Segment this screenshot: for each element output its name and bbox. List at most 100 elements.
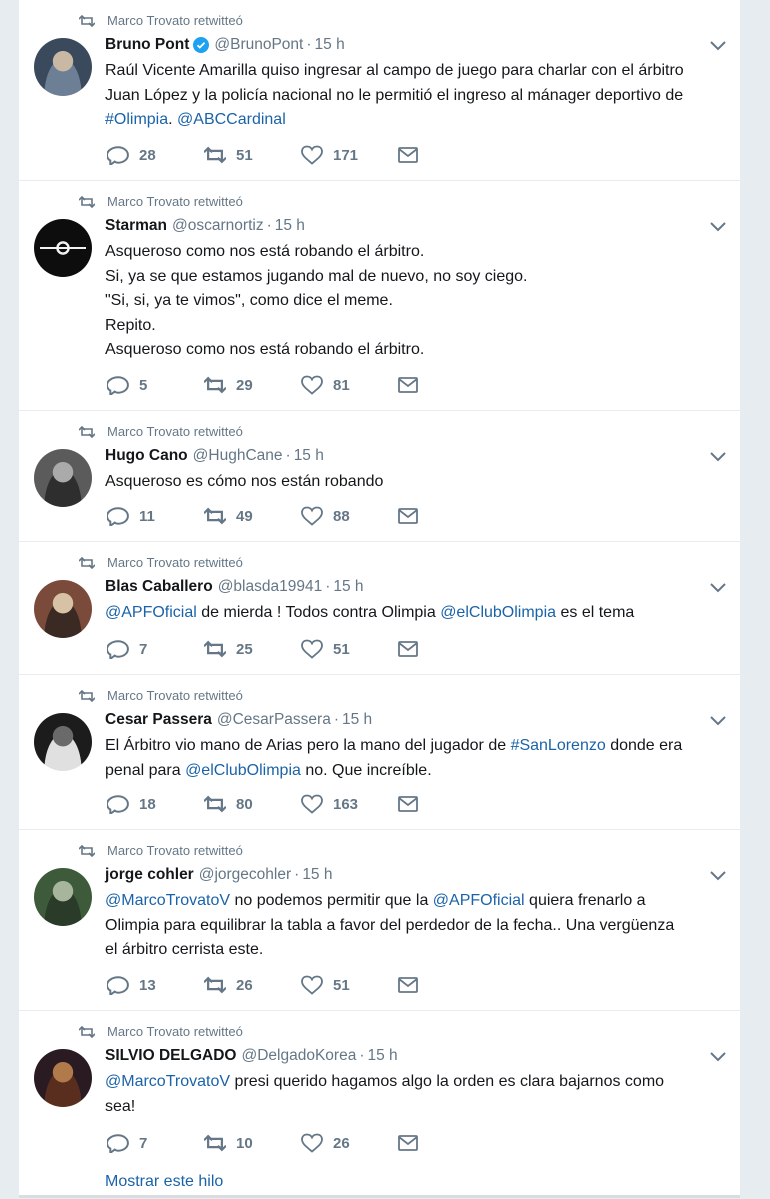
like-button[interactable]: 26 (301, 1133, 398, 1153)
avatar[interactable] (34, 713, 92, 771)
retweet-context[interactable]: Marco Trovato retwitteó (79, 1024, 243, 1039)
retweet-button[interactable]: 25 (204, 639, 301, 659)
tweet[interactable]: Marco Trovato retwitteó Blas Caballero @bl… (19, 542, 740, 675)
author-handle[interactable]: @oscarnortiz (172, 217, 264, 235)
like-button[interactable]: 163 (301, 794, 398, 814)
mention-link[interactable]: @elClubOlimpia (185, 762, 301, 779)
mention-link[interactable]: @elClubOlimpia (440, 604, 556, 621)
retweet-button[interactable]: 26 (204, 975, 301, 995)
author-handle[interactable]: @DelgadoKorea (241, 1047, 356, 1065)
chevron-down-icon[interactable] (710, 715, 726, 727)
hashtag-link[interactable]: #Olimpia (105, 111, 168, 128)
retweet-context[interactable]: Marco Trovato retwitteó (79, 13, 243, 28)
author-fullname[interactable]: Blas Caballero (105, 578, 213, 596)
direct-message-button[interactable] (398, 795, 495, 813)
tweet-timestamp[interactable]: 15 h (275, 217, 305, 235)
avatar[interactable] (34, 580, 92, 638)
reply-button[interactable]: 28 (107, 145, 204, 165)
tweet[interactable]: Marco Trovato retwitteó SILVIO DELGADO @De… (19, 1011, 740, 1199)
direct-message-button[interactable] (398, 146, 495, 164)
author-fullname[interactable]: jorge cohler (105, 866, 194, 884)
tweet-timestamp[interactable]: 15 h (294, 447, 324, 465)
text-segment: de mierda ! Todos contra Olimpia (196, 604, 441, 621)
mention-link[interactable]: @APFOficial (433, 892, 525, 909)
chevron-down-icon[interactable] (710, 451, 726, 463)
text-segment: Si, ya se que estamos jugando mal de nue… (105, 267, 528, 285)
author-fullname[interactable]: Cesar Passera (105, 711, 212, 729)
tweet-text-line: penal para @elClubOlimpia no. Que increí… (105, 759, 730, 784)
tweet-timestamp[interactable]: 15 h (368, 1047, 398, 1065)
separator-dot: · (325, 578, 331, 595)
text-segment: el árbitro cerrista este. (105, 941, 264, 958)
reply-button[interactable]: 18 (107, 794, 204, 814)
chevron-down-icon[interactable] (710, 870, 726, 882)
mention-link[interactable]: @APFOficial (105, 604, 197, 621)
like-button[interactable]: 171 (301, 145, 398, 165)
tweet-text-line: Asqueroso como nos está robando el árbit… (105, 338, 730, 363)
chevron-down-icon[interactable] (710, 582, 726, 594)
reply-icon (107, 376, 129, 395)
retweet-button[interactable]: 49 (204, 506, 301, 526)
retweet-context[interactable]: Marco Trovato retwitteó (79, 555, 243, 570)
direct-message-button[interactable] (398, 640, 495, 658)
author-handle[interactable]: @jorgecohler (199, 866, 291, 884)
retweet-button[interactable]: 80 (204, 794, 301, 814)
reply-button[interactable]: 7 (107, 1133, 204, 1153)
chevron-down-icon[interactable] (710, 221, 726, 233)
retweet-context[interactable]: Marco Trovato retwitteó (79, 194, 243, 209)
tweet[interactable]: Marco Trovato retwitteó Bruno Pont @BrunoP… (19, 0, 740, 181)
separator-dot: · (359, 1047, 365, 1064)
mention-link[interactable]: @MarcoTrovatoV (105, 892, 230, 909)
mention-link[interactable]: @ABCCardinal (177, 111, 286, 128)
tweet-header: Hugo Cano @HughCane · 15 h (105, 447, 324, 465)
author-handle[interactable]: @BrunoPont (214, 36, 303, 54)
author-handle[interactable]: @blasda19941 (218, 578, 323, 596)
author-fullname[interactable]: Bruno Pont (105, 36, 189, 54)
author-fullname[interactable]: Starman (105, 217, 167, 235)
separator-dot: · (266, 217, 272, 234)
avatar[interactable] (34, 1049, 92, 1107)
avatar[interactable] (34, 219, 92, 277)
author-fullname[interactable]: Hugo Cano (105, 447, 188, 465)
envelope-icon (398, 641, 418, 657)
reply-button[interactable]: 11 (107, 506, 204, 526)
avatar[interactable] (34, 38, 92, 96)
heart-icon (301, 375, 323, 395)
avatar[interactable] (34, 868, 92, 926)
retweet-context[interactable]: Marco Trovato retwitteó (79, 424, 243, 439)
tweet-timestamp[interactable]: 15 h (333, 578, 363, 596)
retweet-context[interactable]: Marco Trovato retwitteó (79, 688, 243, 703)
reply-button[interactable]: 7 (107, 639, 204, 659)
tweet[interactable]: Marco Trovato retwitteó Cesar Passera @Ces… (19, 675, 740, 830)
tweet-timestamp[interactable]: 15 h (302, 866, 332, 884)
like-button[interactable]: 88 (301, 506, 398, 526)
like-button[interactable]: 51 (301, 975, 398, 995)
mention-link[interactable]: @MarcoTrovatoV (105, 1073, 230, 1090)
author-fullname[interactable]: SILVIO DELGADO (105, 1047, 236, 1065)
text-segment: presi querido hagamos algo la orden es c… (230, 1073, 665, 1090)
reply-button[interactable]: 13 (107, 975, 204, 995)
author-handle[interactable]: @CesarPassera (217, 711, 331, 729)
chevron-down-icon[interactable] (710, 40, 726, 52)
avatar[interactable] (34, 449, 92, 507)
tweet-timestamp[interactable]: 15 h (315, 36, 345, 54)
retweet-button[interactable]: 51 (204, 145, 301, 165)
direct-message-button[interactable] (398, 507, 495, 525)
chevron-down-icon[interactable] (710, 1051, 726, 1063)
retweet-button[interactable]: 10 (204, 1133, 301, 1153)
author-handle[interactable]: @HughCane (193, 447, 283, 465)
retweet-context[interactable]: Marco Trovato retwitteó (79, 843, 243, 858)
retweet-button[interactable]: 29 (204, 375, 301, 395)
tweet[interactable]: Marco Trovato retwitteó Starman @oscarnort… (19, 181, 740, 411)
hashtag-link[interactable]: #SanLorenzo (511, 737, 606, 754)
tweet-timestamp[interactable]: 15 h (342, 711, 372, 729)
retweet-icon (79, 689, 95, 702)
tweet[interactable]: Marco Trovato retwitteó Hugo Cano @HughCan… (19, 411, 740, 542)
direct-message-button[interactable] (398, 1134, 495, 1152)
direct-message-button[interactable] (398, 376, 495, 394)
direct-message-button[interactable] (398, 976, 495, 994)
reply-button[interactable]: 5 (107, 375, 204, 395)
like-button[interactable]: 81 (301, 375, 398, 395)
like-button[interactable]: 51 (301, 639, 398, 659)
tweet[interactable]: Marco Trovato retwitteó jorge cohler @jorg… (19, 830, 740, 1011)
